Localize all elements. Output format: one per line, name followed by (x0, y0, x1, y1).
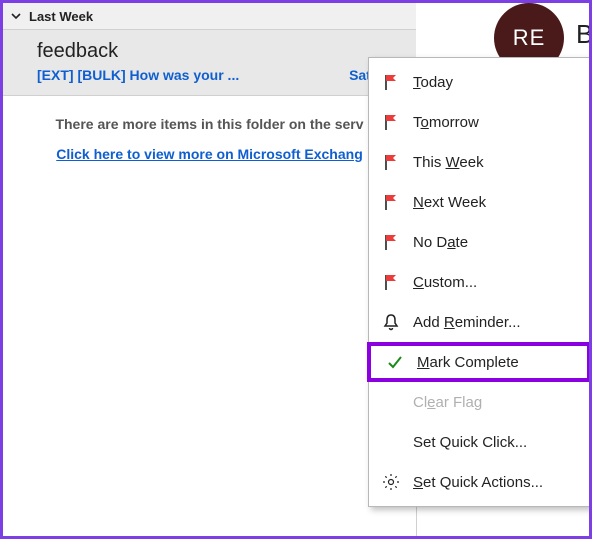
message-list-pane: Last Week feedback [EXT] [BULK] How was … (3, 3, 417, 536)
menu-tomorrow[interactable]: Tomorrow (369, 102, 589, 142)
menu-add-reminder[interactable]: Add Reminder... (369, 302, 589, 342)
avatar-initials: RE (513, 25, 546, 51)
gear-icon (381, 472, 401, 492)
menu-set-quick-click[interactable]: Set Quick Click... (369, 422, 589, 462)
menu-label: Set Quick Click... (413, 434, 527, 451)
group-header-label: Last Week (29, 9, 93, 24)
sender-name-fragment: B (576, 19, 592, 50)
menu-label: Today (413, 74, 453, 91)
group-header-last-week[interactable]: Last Week (3, 3, 416, 30)
menu-label: Clear Flag (413, 394, 482, 411)
app-frame: Last Week feedback [EXT] [BULK] How was … (0, 0, 592, 539)
menu-label: Tomorrow (413, 114, 479, 131)
menu-label: Set Quick Actions... (413, 474, 543, 491)
flag-icon (381, 272, 401, 292)
message-subject: [EXT] [BULK] How was your ... (37, 67, 239, 83)
menu-label: No Date (413, 234, 468, 251)
message-from: feedback (37, 40, 402, 63)
message-row[interactable]: feedback [EXT] [BULK] How was your ... S… (3, 30, 416, 96)
menu-label: Mark Complete (417, 354, 519, 371)
view-more-link[interactable]: Click here to view more on Microsoft Exc… (56, 146, 363, 162)
more-items-text: There are more items in this folder on t… (17, 116, 402, 132)
more-items-notice: There are more items in this folder on t… (3, 96, 416, 162)
menu-label: This Week (413, 154, 484, 171)
flag-icon (381, 232, 401, 252)
flag-icon (381, 152, 401, 172)
menu-this-week[interactable]: This Week (369, 142, 589, 182)
menu-no-date[interactable]: No Date (369, 222, 589, 262)
menu-label: Add Reminder... (413, 314, 521, 331)
menu-mark-complete[interactable]: Mark Complete (367, 342, 591, 382)
flag-context-menu: Today Tomorrow This Week Next Week No Da (368, 57, 590, 507)
chevron-down-icon (9, 9, 23, 23)
menu-today[interactable]: Today (369, 62, 589, 102)
menu-clear-flag: Clear Flag (369, 382, 589, 422)
flag-icon (381, 72, 401, 92)
check-icon (385, 352, 405, 372)
reading-pane-header: RE B (416, 3, 589, 59)
flag-icon (381, 192, 401, 212)
flag-icon (381, 112, 401, 132)
menu-set-quick-actions[interactable]: Set Quick Actions... (369, 462, 589, 502)
menu-label: Custom... (413, 274, 477, 291)
menu-label: Next Week (413, 194, 486, 211)
bell-icon (381, 312, 401, 332)
menu-custom[interactable]: Custom... (369, 262, 589, 302)
menu-next-week[interactable]: Next Week (369, 182, 589, 222)
